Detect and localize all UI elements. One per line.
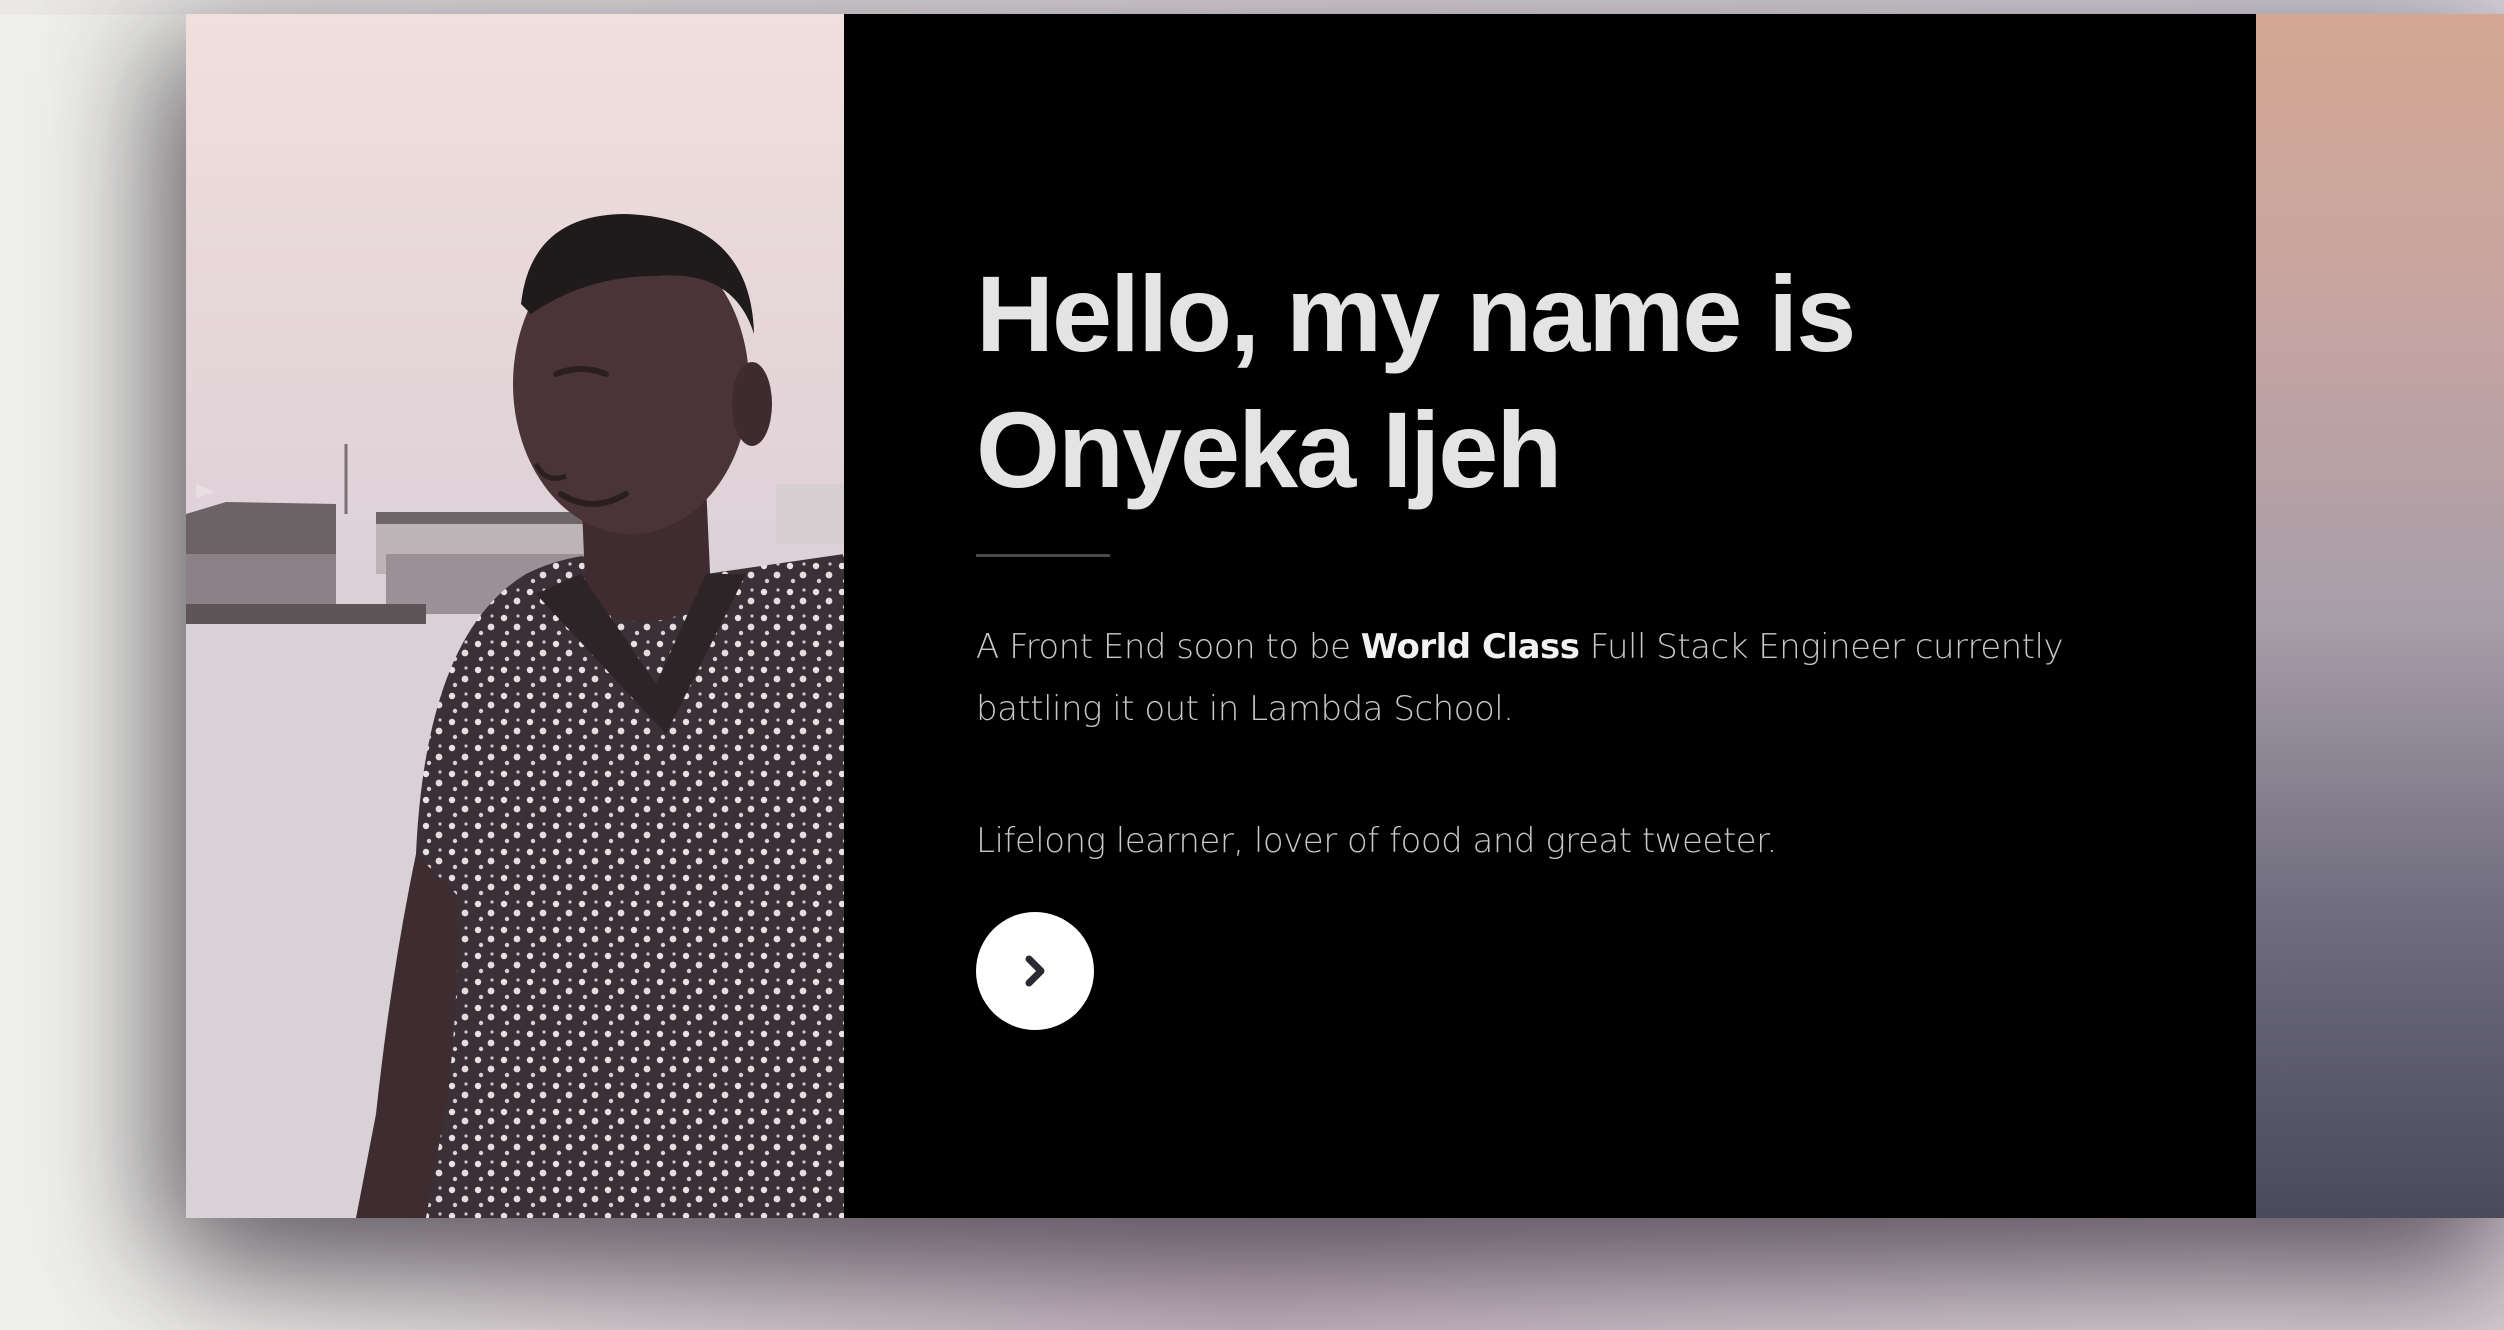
- next-slide-preview: [2256, 14, 2504, 1218]
- profile-photo-illustration: [186, 214, 844, 1218]
- headline-line-2: Onyeka Ijeh: [976, 389, 1562, 510]
- chevron-right-icon: [1025, 955, 1045, 987]
- intro-paragraph: A Front End soon to be World Class Full …: [976, 616, 2136, 740]
- intro-highlight: World Class: [1360, 627, 1580, 667]
- tagline: Lifelong learner, lover of food and grea…: [976, 821, 1777, 861]
- intro-panel: Hello, my name is Onyeka Ijeh A Front En…: [844, 14, 2256, 1218]
- background-top-strip: [0, 0, 2504, 15]
- page-title: Hello, my name is Onyeka Ijeh: [976, 246, 2176, 518]
- next-button[interactable]: [976, 912, 1094, 1030]
- profile-photo: [186, 14, 844, 1218]
- headline-line-1: Hello, my name is: [976, 253, 1856, 374]
- hero-card: Hello, my name is Onyeka Ijeh A Front En…: [186, 14, 2504, 1218]
- intro-text-start: A Front End soon to be: [976, 627, 1361, 667]
- title-divider: [976, 554, 1110, 557]
